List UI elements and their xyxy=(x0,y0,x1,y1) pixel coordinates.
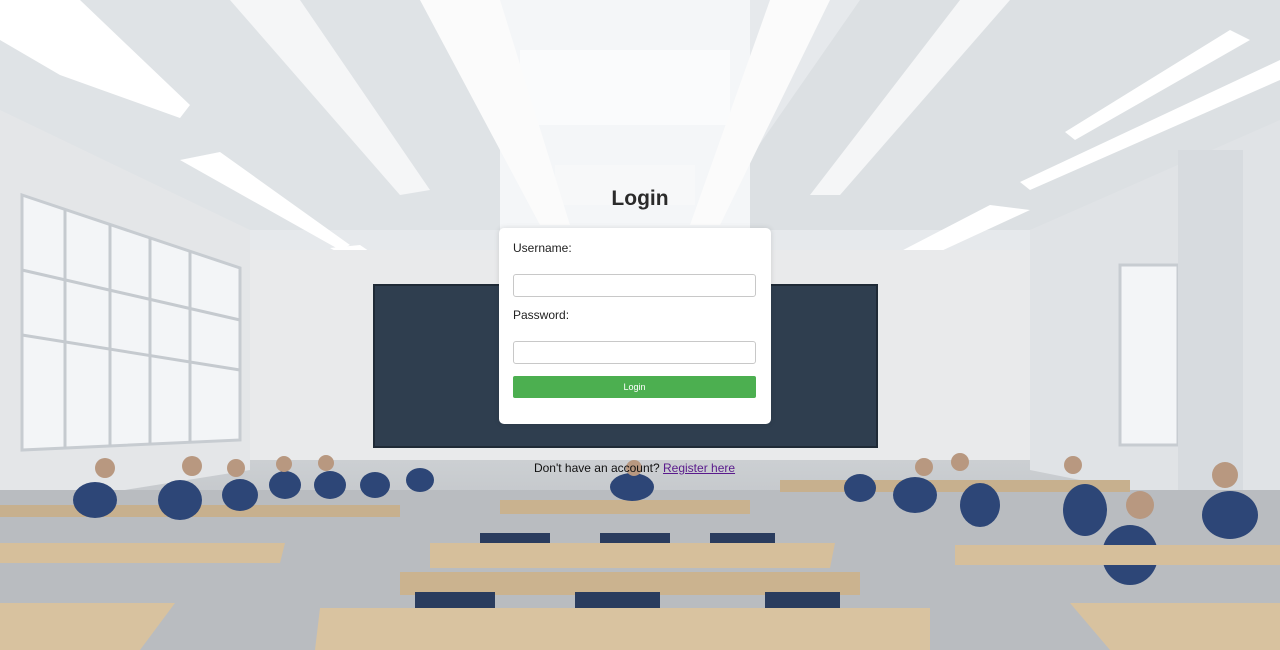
username-input[interactable] xyxy=(513,274,756,297)
login-page: Login Username: Password: Login Don't ha… xyxy=(0,0,1280,650)
login-form: Username: Password: Login xyxy=(499,228,771,424)
page-title: Login xyxy=(611,187,669,210)
password-input[interactable] xyxy=(513,341,756,364)
login-button[interactable]: Login xyxy=(513,376,756,398)
password-label: Password: xyxy=(513,308,570,322)
register-prompt-text: Don't have an account? xyxy=(533,461,660,475)
register-prompt-line: Don't have an account? Register here xyxy=(0,461,1269,475)
register-link[interactable]: Register here xyxy=(663,461,735,475)
username-label: Username: xyxy=(513,241,572,255)
